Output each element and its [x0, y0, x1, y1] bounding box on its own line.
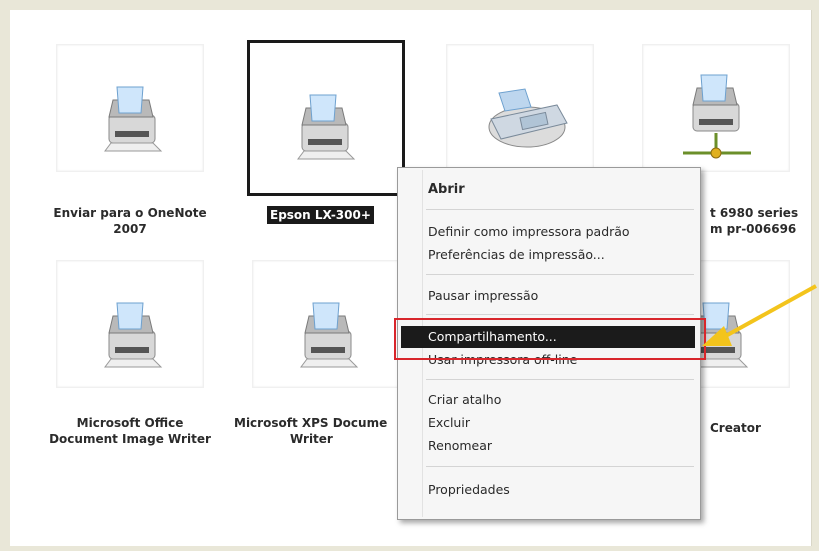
network-printer-icon: [683, 74, 751, 159]
printer-name-line1: Microsoft XPS Docume: [234, 416, 388, 430]
printer-name-line2: Document Image Writer: [49, 432, 211, 446]
printer-label-creator: Creator: [710, 421, 761, 435]
printer-icon: [297, 94, 356, 160]
printer-label-onenote: Enviar para o OneNote 2007: [48, 205, 212, 237]
menu-separator: [426, 209, 694, 210]
printer-icon: [104, 86, 163, 152]
menu-item-set-default[interactable]: Definir como impressora padrão: [428, 224, 630, 239]
printer-name-line2: Writer: [290, 432, 333, 446]
menu-separator: [426, 274, 694, 275]
printer-tile-fax[interactable]: [446, 44, 594, 172]
menu-item-properties[interactable]: Propriedades: [428, 482, 510, 497]
printer-name-line2: m pr-006696: [710, 222, 797, 236]
menu-item-delete[interactable]: Excluir: [428, 415, 470, 430]
printer-label-epson: Epson LX-300+: [267, 206, 374, 224]
menu-separator: [426, 466, 694, 467]
yellow-arrow-icon: [702, 284, 817, 346]
menu-item-open[interactable]: Abrir: [428, 182, 465, 197]
printer-tile-xps-writer[interactable]: [252, 260, 400, 388]
printer-tile-office-writer[interactable]: [56, 260, 204, 388]
fax-icon: [488, 88, 568, 148]
printer-tile-onenote[interactable]: [56, 44, 204, 172]
printer-label-network: t 6980 series m pr-006696: [710, 205, 798, 237]
printer-name-line1: t 6980 series: [710, 206, 799, 220]
annotation-highlight-box: [394, 318, 706, 360]
printer-icon: [300, 302, 359, 368]
printer-tile-epson[interactable]: [247, 40, 405, 196]
printer-name-line2: 2007: [113, 222, 147, 236]
menu-item-preferences[interactable]: Preferências de impressão...: [428, 247, 605, 262]
printer-name-line1: Microsoft Office: [76, 416, 184, 430]
printer-name-line1: Enviar para o OneNote: [53, 206, 207, 220]
printer-tile-network[interactable]: [642, 44, 790, 172]
menu-separator: [426, 314, 694, 315]
menu-item-pause[interactable]: Pausar impressão: [428, 288, 538, 303]
menu-item-rename[interactable]: Renomear: [428, 438, 492, 453]
printer-icon: [104, 302, 163, 368]
menu-item-create-shortcut[interactable]: Criar atalho: [428, 392, 501, 407]
menu-separator: [426, 379, 694, 380]
printer-label-office-writer: Microsoft Office Document Image Writer: [40, 415, 220, 447]
printer-label-xps-writer: Microsoft XPS Docume Writer: [234, 415, 398, 447]
